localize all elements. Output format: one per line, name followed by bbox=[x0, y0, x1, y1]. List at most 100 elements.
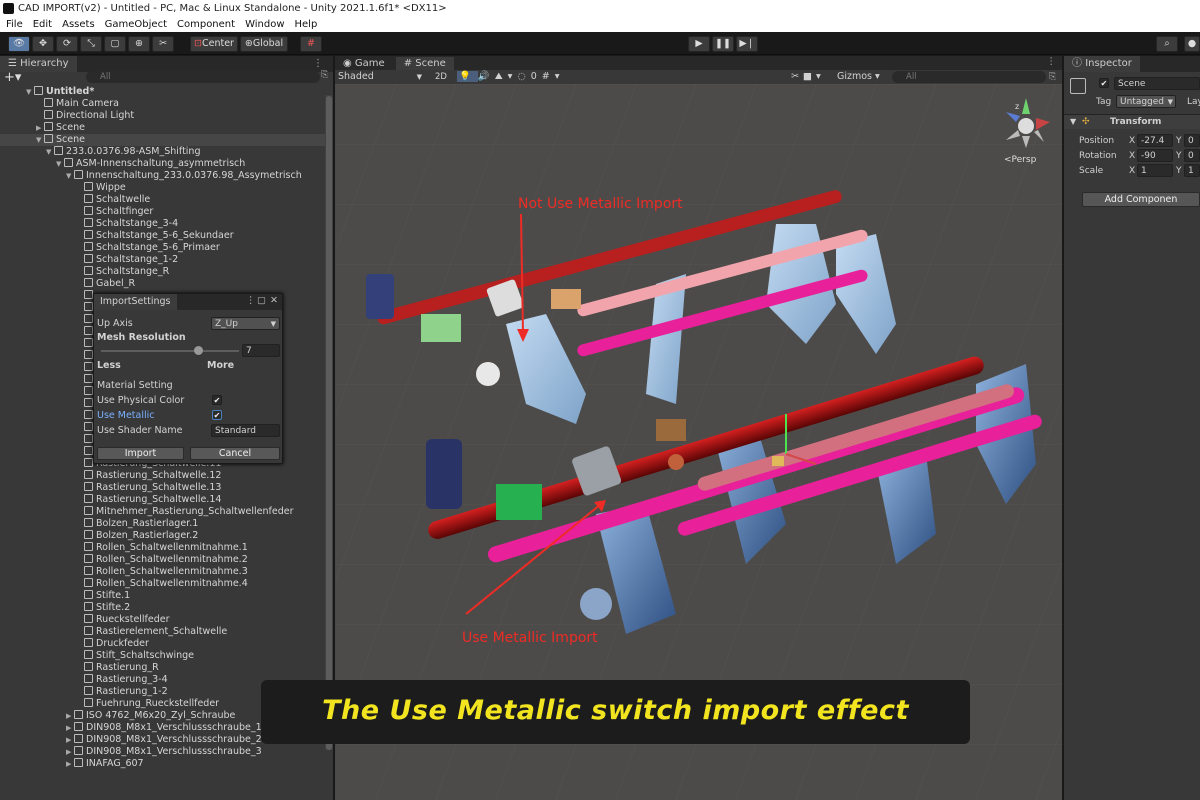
hierarchy-item[interactable]: ▼ Scene bbox=[0, 134, 325, 146]
expand-arrow-icon[interactable]: ▼ bbox=[26, 86, 34, 98]
hierarchy-item[interactable]: ▼ Innenschaltung_233.0.0376.98_Assymetris… bbox=[0, 170, 325, 182]
import-settings-tab[interactable]: ImportSettings bbox=[94, 294, 177, 310]
effects-icon[interactable]: ⛰▾ bbox=[495, 71, 518, 82]
grid-icon[interactable]: #▾ bbox=[542, 71, 565, 82]
menu-edit[interactable]: Edit bbox=[33, 19, 52, 30]
shading-mode-dropdown[interactable]: Shaded ▼ bbox=[338, 70, 426, 84]
hierarchy-item[interactable]: Schaltstange_R bbox=[0, 266, 325, 278]
lighting-icon[interactable]: 💡 bbox=[457, 71, 478, 82]
search-icon[interactable]: ⌕ bbox=[1156, 36, 1178, 52]
collapse-arrow-icon[interactable]: ▶ bbox=[66, 710, 74, 722]
rotate-tool-icon[interactable]: ⟳ bbox=[56, 36, 78, 52]
add-component-button[interactable]: Add Componen bbox=[1082, 192, 1200, 207]
tag-dropdown[interactable]: Untagged ▼ bbox=[1116, 95, 1176, 108]
hierarchy-item[interactable]: Main Camera bbox=[0, 98, 325, 110]
transform-tool-icon[interactable]: ⊕ bbox=[128, 36, 150, 52]
hierarchy-lock-icon[interactable]: ⎘ bbox=[321, 70, 328, 80]
object-name-field[interactable]: Scene bbox=[1114, 77, 1200, 90]
mesh-resolution-track[interactable] bbox=[101, 350, 239, 352]
collapse-arrow-icon[interactable]: ▶ bbox=[66, 746, 74, 758]
pause-button[interactable]: ❚❚ bbox=[712, 36, 734, 52]
tools-icon[interactable]: ✂ bbox=[791, 71, 803, 82]
scene-search-input[interactable]: All bbox=[892, 71, 1046, 83]
maximize-icon[interactable]: ▢ bbox=[257, 295, 266, 306]
scale-y-field[interactable]: 1 bbox=[1184, 164, 1200, 177]
shader-name-field[interactable]: Standard bbox=[211, 424, 280, 437]
hierarchy-item[interactable]: ▶ INAFAG_607 bbox=[0, 758, 325, 770]
scale-tool-icon[interactable]: ⤡ bbox=[80, 36, 102, 52]
persp-label[interactable]: <Persp bbox=[1004, 155, 1036, 165]
rotation-y-field[interactable]: 0 bbox=[1184, 149, 1200, 162]
hierarchy-item[interactable]: Wippe bbox=[0, 182, 325, 194]
hierarchy-item[interactable]: Mitnehmer_Rastierung_Schaltwellenfeder bbox=[0, 506, 325, 518]
collapse-arrow-icon[interactable]: ▶ bbox=[36, 122, 44, 134]
use-metallic-checkbox[interactable]: ✔ bbox=[212, 410, 222, 420]
scale-x-field[interactable]: 1 bbox=[1137, 164, 1173, 177]
global-button[interactable]: ⊛Global bbox=[240, 36, 288, 52]
hierarchy-item[interactable]: ▼ 233.0.0376.98-ASM_Shifting bbox=[0, 146, 325, 158]
menu-window[interactable]: Window bbox=[245, 19, 284, 30]
mesh-resolution-slider-thumb[interactable] bbox=[194, 346, 204, 355]
move-tool-icon[interactable]: ✥ bbox=[32, 36, 54, 52]
hierarchy-item[interactable]: Rueckstellfeder bbox=[0, 614, 325, 626]
audio-icon[interactable]: 🔊 bbox=[478, 71, 495, 82]
collapse-arrow-icon[interactable]: ▶ bbox=[66, 758, 74, 770]
transform-header[interactable]: ▼ ✣ Transform bbox=[1064, 114, 1200, 129]
hierarchy-item[interactable]: Directional Light bbox=[0, 110, 325, 122]
collapse-arrow-icon[interactable]: ▶ bbox=[66, 722, 74, 734]
menu-file[interactable]: File bbox=[6, 19, 23, 30]
hierarchy-item[interactable]: Bolzen_Rastierlager.2 bbox=[0, 530, 325, 542]
tab-scene[interactable]: # Scene bbox=[395, 57, 454, 71]
hierarchy-item[interactable]: Schaltstange_3-4 bbox=[0, 218, 325, 230]
hierarchy-item[interactable]: Rastierung_R bbox=[0, 662, 325, 674]
view-tool-icon[interactable]: 👁 bbox=[8, 36, 30, 52]
hierarchy-item[interactable]: Schaltstange_1-2 bbox=[0, 254, 325, 266]
menu-gameobject[interactable]: GameObject bbox=[105, 19, 167, 30]
rotation-x-field[interactable]: -90 bbox=[1137, 149, 1173, 162]
hierarchy-item[interactable]: Schaltfinger bbox=[0, 206, 325, 218]
rect-tool-icon[interactable]: ▢ bbox=[104, 36, 126, 52]
scene-lock-icon[interactable]: ⎘ bbox=[1049, 70, 1056, 84]
expand-arrow-icon[interactable]: ▼ bbox=[46, 146, 54, 158]
hierarchy-item[interactable]: Stifte.2 bbox=[0, 602, 325, 614]
menu-help[interactable]: Help bbox=[295, 19, 318, 30]
grid-snap-icon[interactable]: # bbox=[300, 36, 322, 52]
play-button[interactable]: ▶ bbox=[688, 36, 710, 52]
use-physical-color-checkbox[interactable]: ✔ bbox=[212, 395, 222, 405]
mesh-resolution-field[interactable]: 7 bbox=[242, 344, 280, 357]
hierarchy-item[interactable]: Rollen_Schaltwellenmitnahme.3 bbox=[0, 566, 325, 578]
mode-2d-button[interactable]: 2D bbox=[432, 70, 450, 84]
hierarchy-item[interactable]: Schaltstange_5-6_Primaer bbox=[0, 242, 325, 254]
hierarchy-item[interactable]: ▶ DIN908_M8x1_Verschlussschraube_3 bbox=[0, 746, 325, 758]
up-axis-dropdown[interactable]: Z_Up ▼ bbox=[211, 317, 280, 330]
hierarchy-item[interactable]: Rastierung_Schaltwelle.14 bbox=[0, 494, 325, 506]
hierarchy-item[interactable]: ▼ ASM-Innenschaltung_asymmetrisch bbox=[0, 158, 325, 170]
hierarchy-item[interactable]: Rollen_Schaltwellenmitnahme.1 bbox=[0, 542, 325, 554]
hierarchy-search-input[interactable]: All bbox=[86, 71, 320, 83]
pivot-center-button[interactable]: ⊡Center bbox=[190, 36, 238, 52]
close-icon[interactable]: ✕ bbox=[270, 295, 278, 306]
hierarchy-item[interactable]: Bolzen_Rastierlager.1 bbox=[0, 518, 325, 530]
gizmos-dropdown[interactable]: Gizmos ▾ bbox=[837, 70, 880, 84]
custom-tool-icon[interactable]: ✂ bbox=[152, 36, 174, 52]
position-x-field[interactable]: -27.4 bbox=[1137, 134, 1173, 147]
menu-assets[interactable]: Assets bbox=[62, 19, 95, 30]
hierarchy-item[interactable]: Rollen_Schaltwellenmitnahme.2 bbox=[0, 554, 325, 566]
hierarchy-item[interactable]: ▼ Untitled* bbox=[0, 86, 325, 98]
hierarchy-item[interactable]: Druckfeder bbox=[0, 638, 325, 650]
active-checkbox[interactable]: ✔ bbox=[1099, 78, 1109, 88]
position-y-field[interactable]: 0 bbox=[1184, 134, 1200, 147]
hierarchy-item[interactable]: Stift_Schaltschwinge bbox=[0, 650, 325, 662]
hierarchy-item[interactable]: Gabel_R bbox=[0, 278, 325, 290]
import-button[interactable]: Import bbox=[97, 447, 184, 460]
cancel-button[interactable]: Cancel bbox=[190, 447, 280, 460]
hierarchy-item[interactable]: Rastierung_Schaltwelle.12 bbox=[0, 470, 325, 482]
window-menu-icon[interactable]: ⋮ bbox=[246, 295, 256, 306]
account-icon[interactable]: ● bbox=[1184, 36, 1200, 52]
expand-arrow-icon[interactable]: ▼ bbox=[56, 158, 64, 170]
tab-inspector[interactable]: ⓘ Inspector bbox=[1064, 56, 1140, 72]
expand-arrow-icon[interactable]: ▼ bbox=[36, 134, 44, 146]
hierarchy-scroll-thumb[interactable] bbox=[326, 96, 332, 750]
hierarchy-item[interactable]: ▶ Scene bbox=[0, 122, 325, 134]
step-button[interactable]: ▶❘ bbox=[736, 36, 758, 52]
